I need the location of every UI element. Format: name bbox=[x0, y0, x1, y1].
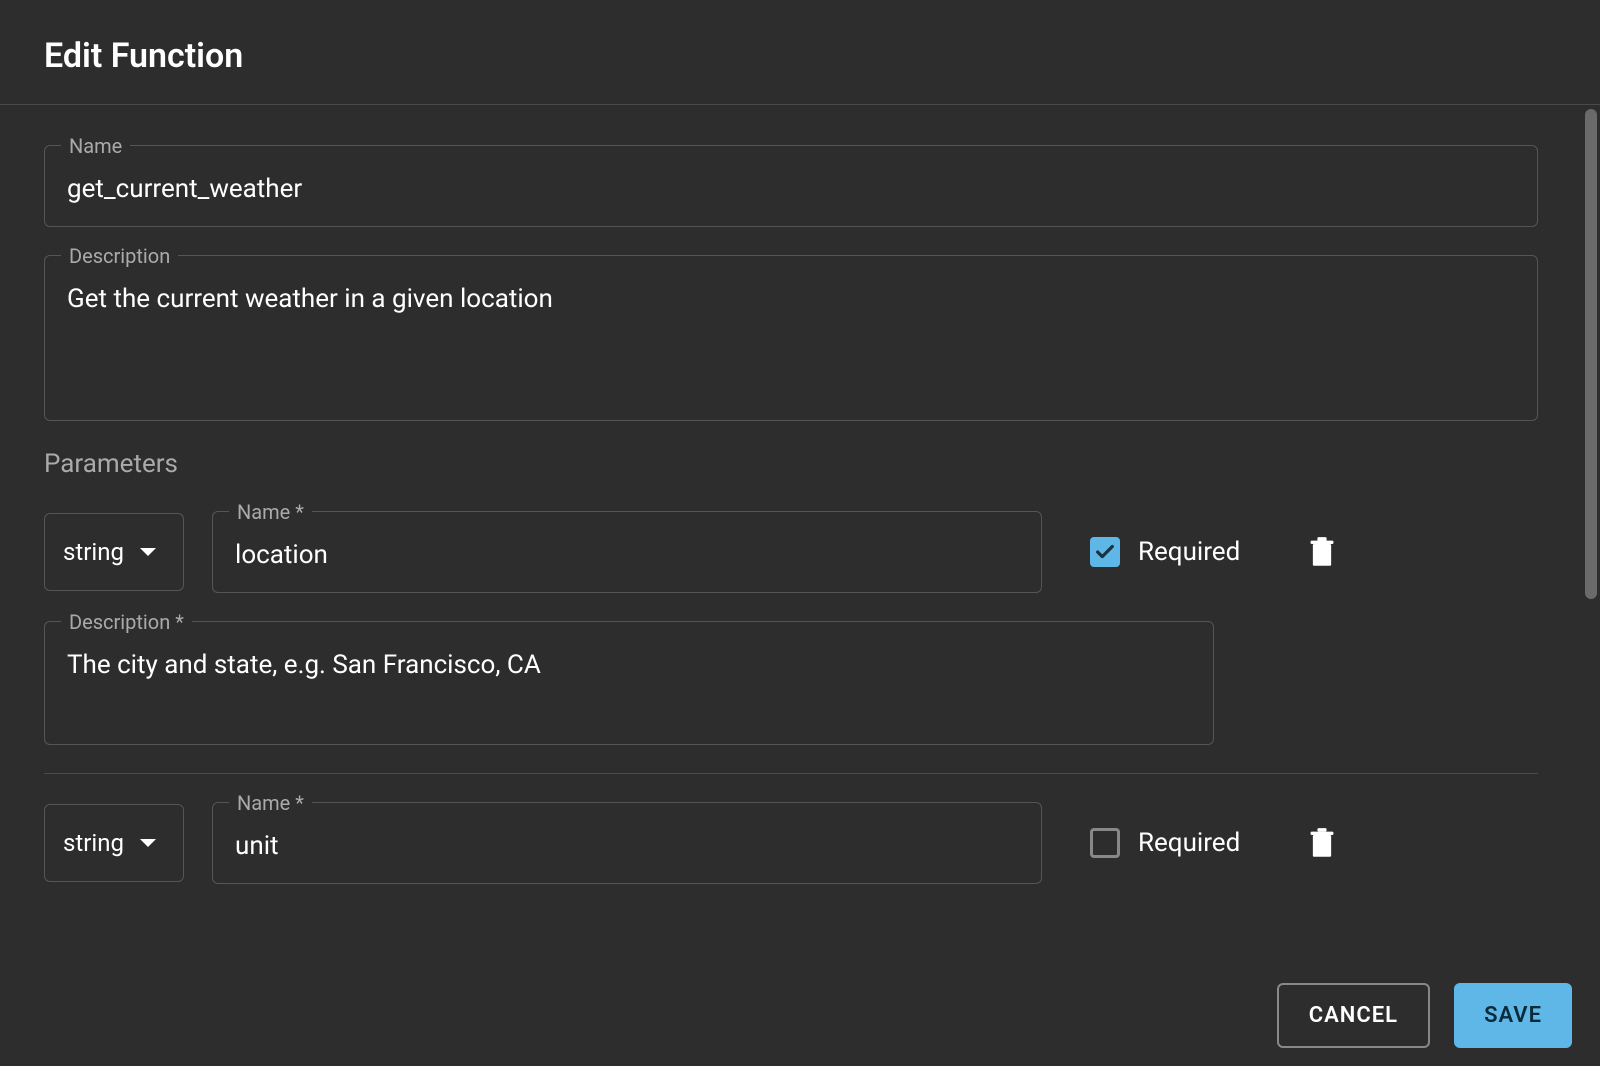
param-type-value: string bbox=[63, 538, 124, 566]
param-type-select[interactable]: string bbox=[44, 804, 184, 882]
parameter-block: string Name * Required bbox=[44, 802, 1538, 940]
param-name-label: Name * bbox=[229, 500, 312, 524]
dialog-footer: CANCEL SAVE bbox=[0, 969, 1600, 1066]
trash-icon[interactable] bbox=[1308, 827, 1336, 859]
scrollbar[interactable] bbox=[1582, 105, 1600, 969]
required-wrap: Required bbox=[1090, 537, 1240, 567]
function-description-field: Description bbox=[44, 255, 1538, 421]
function-description-input[interactable] bbox=[67, 284, 1515, 394]
caret-down-icon bbox=[140, 548, 156, 556]
param-description-field: Description * bbox=[44, 621, 1214, 745]
name-label: Name bbox=[61, 134, 130, 158]
required-checkbox[interactable] bbox=[1090, 537, 1120, 567]
param-name-field: Name * bbox=[212, 511, 1042, 593]
dialog-header: Edit Function bbox=[0, 0, 1600, 105]
param-type-value: string bbox=[63, 829, 124, 857]
parameter-block: string Name * Required bbox=[44, 511, 1538, 774]
parameters-section-title: Parameters bbox=[44, 449, 1538, 479]
function-name-field: Name bbox=[44, 145, 1538, 227]
caret-down-icon bbox=[140, 839, 156, 847]
param-name-field: Name * bbox=[212, 802, 1042, 884]
param-name-input[interactable] bbox=[235, 831, 1019, 861]
content-wrapper: Name Description Parameters string Name … bbox=[0, 105, 1600, 969]
cancel-button[interactable]: CANCEL bbox=[1277, 983, 1430, 1048]
check-icon bbox=[1094, 541, 1116, 563]
trash-icon[interactable] bbox=[1308, 536, 1336, 568]
required-label: Required bbox=[1138, 828, 1240, 858]
description-label: Description bbox=[61, 244, 178, 268]
required-checkbox[interactable] bbox=[1090, 828, 1120, 858]
dialog-title: Edit Function bbox=[44, 36, 1556, 76]
param-type-select[interactable]: string bbox=[44, 513, 184, 591]
save-button[interactable]: SAVE bbox=[1454, 983, 1572, 1048]
required-wrap: Required bbox=[1090, 828, 1240, 858]
required-label: Required bbox=[1138, 537, 1240, 567]
scrollbar-thumb[interactable] bbox=[1585, 109, 1597, 599]
param-name-label: Name * bbox=[229, 791, 312, 815]
parameter-row: string Name * Required bbox=[44, 802, 1538, 884]
dialog-content: Name Description Parameters string Name … bbox=[0, 105, 1582, 969]
param-name-input[interactable] bbox=[235, 540, 1019, 570]
param-desc-label: Description * bbox=[61, 610, 192, 634]
parameter-row: string Name * Required bbox=[44, 511, 1538, 593]
param-description-input[interactable] bbox=[67, 650, 1191, 718]
function-name-input[interactable] bbox=[67, 174, 1515, 204]
